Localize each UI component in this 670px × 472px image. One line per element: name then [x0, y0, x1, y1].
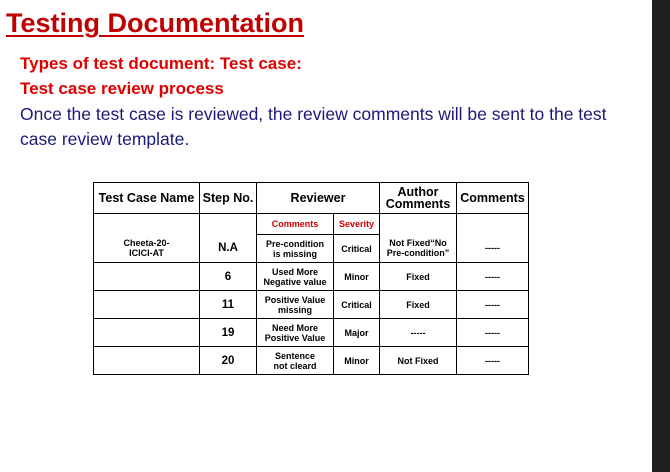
header-test-case-name: Test Case Name: [93, 182, 200, 214]
header-comments: Comments: [456, 182, 529, 214]
review-comment-line1: Pre-condition: [266, 238, 324, 249]
cell-severity: Minor: [333, 346, 380, 375]
cell-author-comment: -----: [379, 318, 457, 347]
cell-severity: Major: [333, 318, 380, 347]
table-row: 20 Sentence not cleard Minor Not Fixed -…: [93, 346, 529, 375]
cell-step: N.A: [199, 234, 257, 263]
cell-review-comment: Sentence not cleard: [256, 346, 334, 375]
window-edge-strip: [652, 0, 670, 472]
header-step-no: Step No.: [199, 182, 257, 214]
review-comment-line2: not cleard: [273, 360, 317, 371]
cell-author-comment: Fixed: [379, 290, 457, 319]
cell-review-comment: Used More Negative value: [256, 262, 334, 291]
cell-test-case-name-empty: [93, 262, 200, 291]
cell-test-case-name: Cheeta-20- ICICI-AT: [93, 234, 200, 263]
table-subheader-row: Comments Severity: [93, 213, 529, 235]
table-header-row: Test Case Name Step No. Reviewer Author …: [93, 182, 529, 214]
slide-subtitle-process: Test case review process: [20, 79, 224, 98]
header-author-comments: Author Comments: [379, 182, 457, 214]
cell-author-comment: Not Fixed: [379, 346, 457, 375]
review-comment-line1: Positive Value: [264, 294, 326, 305]
cell-severity: Minor: [333, 262, 380, 291]
test-case-name-line1: Cheeta-20-: [123, 238, 170, 249]
cell-step: 11: [199, 290, 257, 319]
cell-review-comment: Need More Positive Value: [256, 318, 334, 347]
cell-comments: -----: [456, 346, 529, 375]
test-case-name-line2: ICICI-AT: [129, 248, 164, 259]
cell-step: 6: [199, 262, 257, 291]
author-comment-line2: Pre-condition”: [386, 248, 450, 259]
review-comment-line2: missing: [277, 304, 312, 315]
review-comment-line1: Used More: [271, 266, 318, 277]
cell-severity: Critical: [333, 234, 380, 263]
review-comment-line2: is missing: [272, 248, 317, 259]
cell-test-case-name-empty: [93, 346, 200, 375]
cell-step: 20: [199, 346, 257, 375]
review-comment-line2: Negative value: [263, 276, 327, 287]
subheader-empty-comments: [456, 213, 529, 235]
cell-comments: -----: [456, 234, 529, 263]
cell-review-comment: Pre-condition is missing: [256, 234, 334, 263]
subheader-comments: Comments: [256, 213, 334, 235]
table-row: 19 Need More Positive Value Major ----- …: [93, 318, 529, 347]
subheader-empty-name: [93, 213, 200, 235]
review-comment-line1: Sentence: [274, 350, 316, 361]
cell-author-comment: Not Fixed“No Pre-condition”: [379, 234, 457, 263]
table-row: 6 Used More Negative value Minor Fixed -…: [93, 262, 529, 291]
cell-comments: -----: [456, 262, 529, 291]
cell-review-comment: Positive Value missing: [256, 290, 334, 319]
cell-author-comment: Fixed: [379, 262, 457, 291]
header-reviewer: Reviewer: [256, 182, 380, 214]
cell-comments: -----: [456, 290, 529, 319]
cell-comments: -----: [456, 318, 529, 347]
review-comment-line2: Positive Value: [264, 332, 326, 343]
test-case-review-table: Test Case Name Step No. Reviewer Author …: [93, 182, 529, 375]
author-comment-line1: Not Fixed“No: [389, 238, 447, 249]
subheader-empty-author: [379, 213, 457, 235]
slide-paragraph: Once the test case is reviewed, the revi…: [20, 104, 607, 149]
cell-test-case-name-empty: [93, 290, 200, 319]
cell-test-case-name-empty: [93, 318, 200, 347]
slide-title: Testing Documentation: [6, 8, 305, 38]
subheader-severity: Severity: [333, 213, 380, 235]
cell-step: 19: [199, 318, 257, 347]
review-comment-line1: Need More: [271, 322, 318, 333]
table-row: 11 Positive Value missing Critical Fixed…: [93, 290, 529, 319]
cell-severity: Critical: [333, 290, 380, 319]
header-author-comments-line2: Comments: [385, 197, 451, 211]
table-row: Cheeta-20- ICICI-AT N.A Pre-condition is…: [93, 234, 529, 263]
slide-subtitle-types: Types of test document: Test case:: [20, 54, 302, 73]
subheader-empty-step: [199, 213, 257, 235]
